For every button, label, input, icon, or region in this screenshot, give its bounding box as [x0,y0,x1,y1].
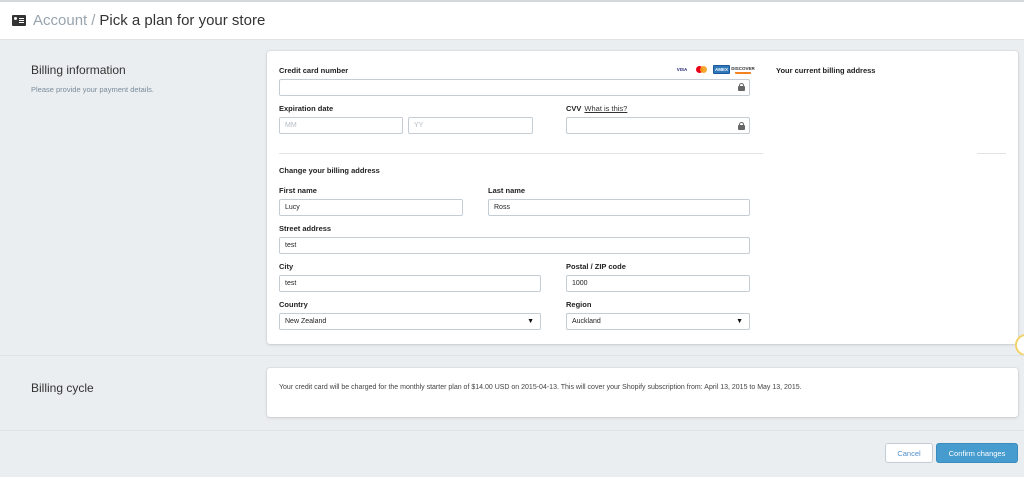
accepted-cards: VISA AMEX DISCOVER [675,65,755,74]
cvv-help-link[interactable]: What is this? [584,104,627,113]
billing-information-description: Please provide your payment details. [31,85,154,94]
page-title: Pick a plan for your store [99,12,266,29]
region-value: Auckland [572,318,601,325]
card-number-label: Credit card number [279,66,349,75]
city-input[interactable]: test [279,275,541,292]
mastercard-icon [694,65,708,74]
amex-icon: AMEX [713,65,730,74]
cvv-label-text: CVV [566,104,582,113]
card-number-input[interactable] [279,79,750,96]
city-label: City [279,262,294,271]
billing-information-title: Billing information [31,63,126,77]
cvv-label: CVV What is this? [566,104,627,113]
section-divider [279,153,763,154]
postal-code-label: Postal / ZIP code [566,262,626,271]
help-bubble[interactable] [1015,334,1024,356]
billing-card: Credit card number VISA AMEX DISCOVER Ex… [267,51,1018,344]
billing-address-heading: Change your billing address [279,166,380,175]
region-select[interactable]: Auckland ▼ [566,313,750,330]
last-name-label: Last name [488,186,526,195]
street-address-label: Street address [279,224,332,233]
chevron-down-icon: ▼ [527,318,534,325]
visa-icon: VISA [675,65,689,74]
cvv-input[interactable] [566,117,750,134]
billing-cycle-title: Billing cycle [31,381,94,395]
cancel-button[interactable]: Cancel [885,443,933,463]
breadcrumb-separator: / [91,12,96,29]
section-divider [0,430,1024,431]
lock-icon [738,83,745,91]
expiration-year-input[interactable]: YY [408,117,533,134]
section-divider [0,355,1024,356]
discover-icon: DISCOVER [731,65,755,74]
breadcrumb-account-link[interactable]: Account [33,12,87,29]
id-card-icon [12,15,26,26]
confirm-changes-button[interactable]: Confirm changes [936,443,1018,463]
region-label: Region [566,300,592,309]
current-billing-address-title: Your current billing address [776,66,876,75]
street-address-input[interactable]: test [279,237,750,254]
postal-code-input[interactable]: 1000 [566,275,750,292]
first-name-input[interactable]: Lucy [279,199,463,216]
country-label: Country [279,300,308,309]
expiration-label: Expiration date [279,104,334,113]
expiration-month-input[interactable]: MM [279,117,403,134]
country-select[interactable]: New Zealand ▼ [279,313,541,330]
page-header: Account / Pick a plan for your store [0,0,1024,40]
billing-cycle-card: Your credit card will be charged for the… [267,368,1018,417]
current-address-divider [977,153,1006,154]
chevron-down-icon: ▼ [736,318,743,325]
last-name-input[interactable]: Ross [488,199,750,216]
first-name-label: First name [279,186,317,195]
country-value: New Zealand [285,318,327,325]
cvv-lock-icon [738,122,745,130]
billing-cycle-message: Your credit card will be charged for the… [279,384,802,391]
